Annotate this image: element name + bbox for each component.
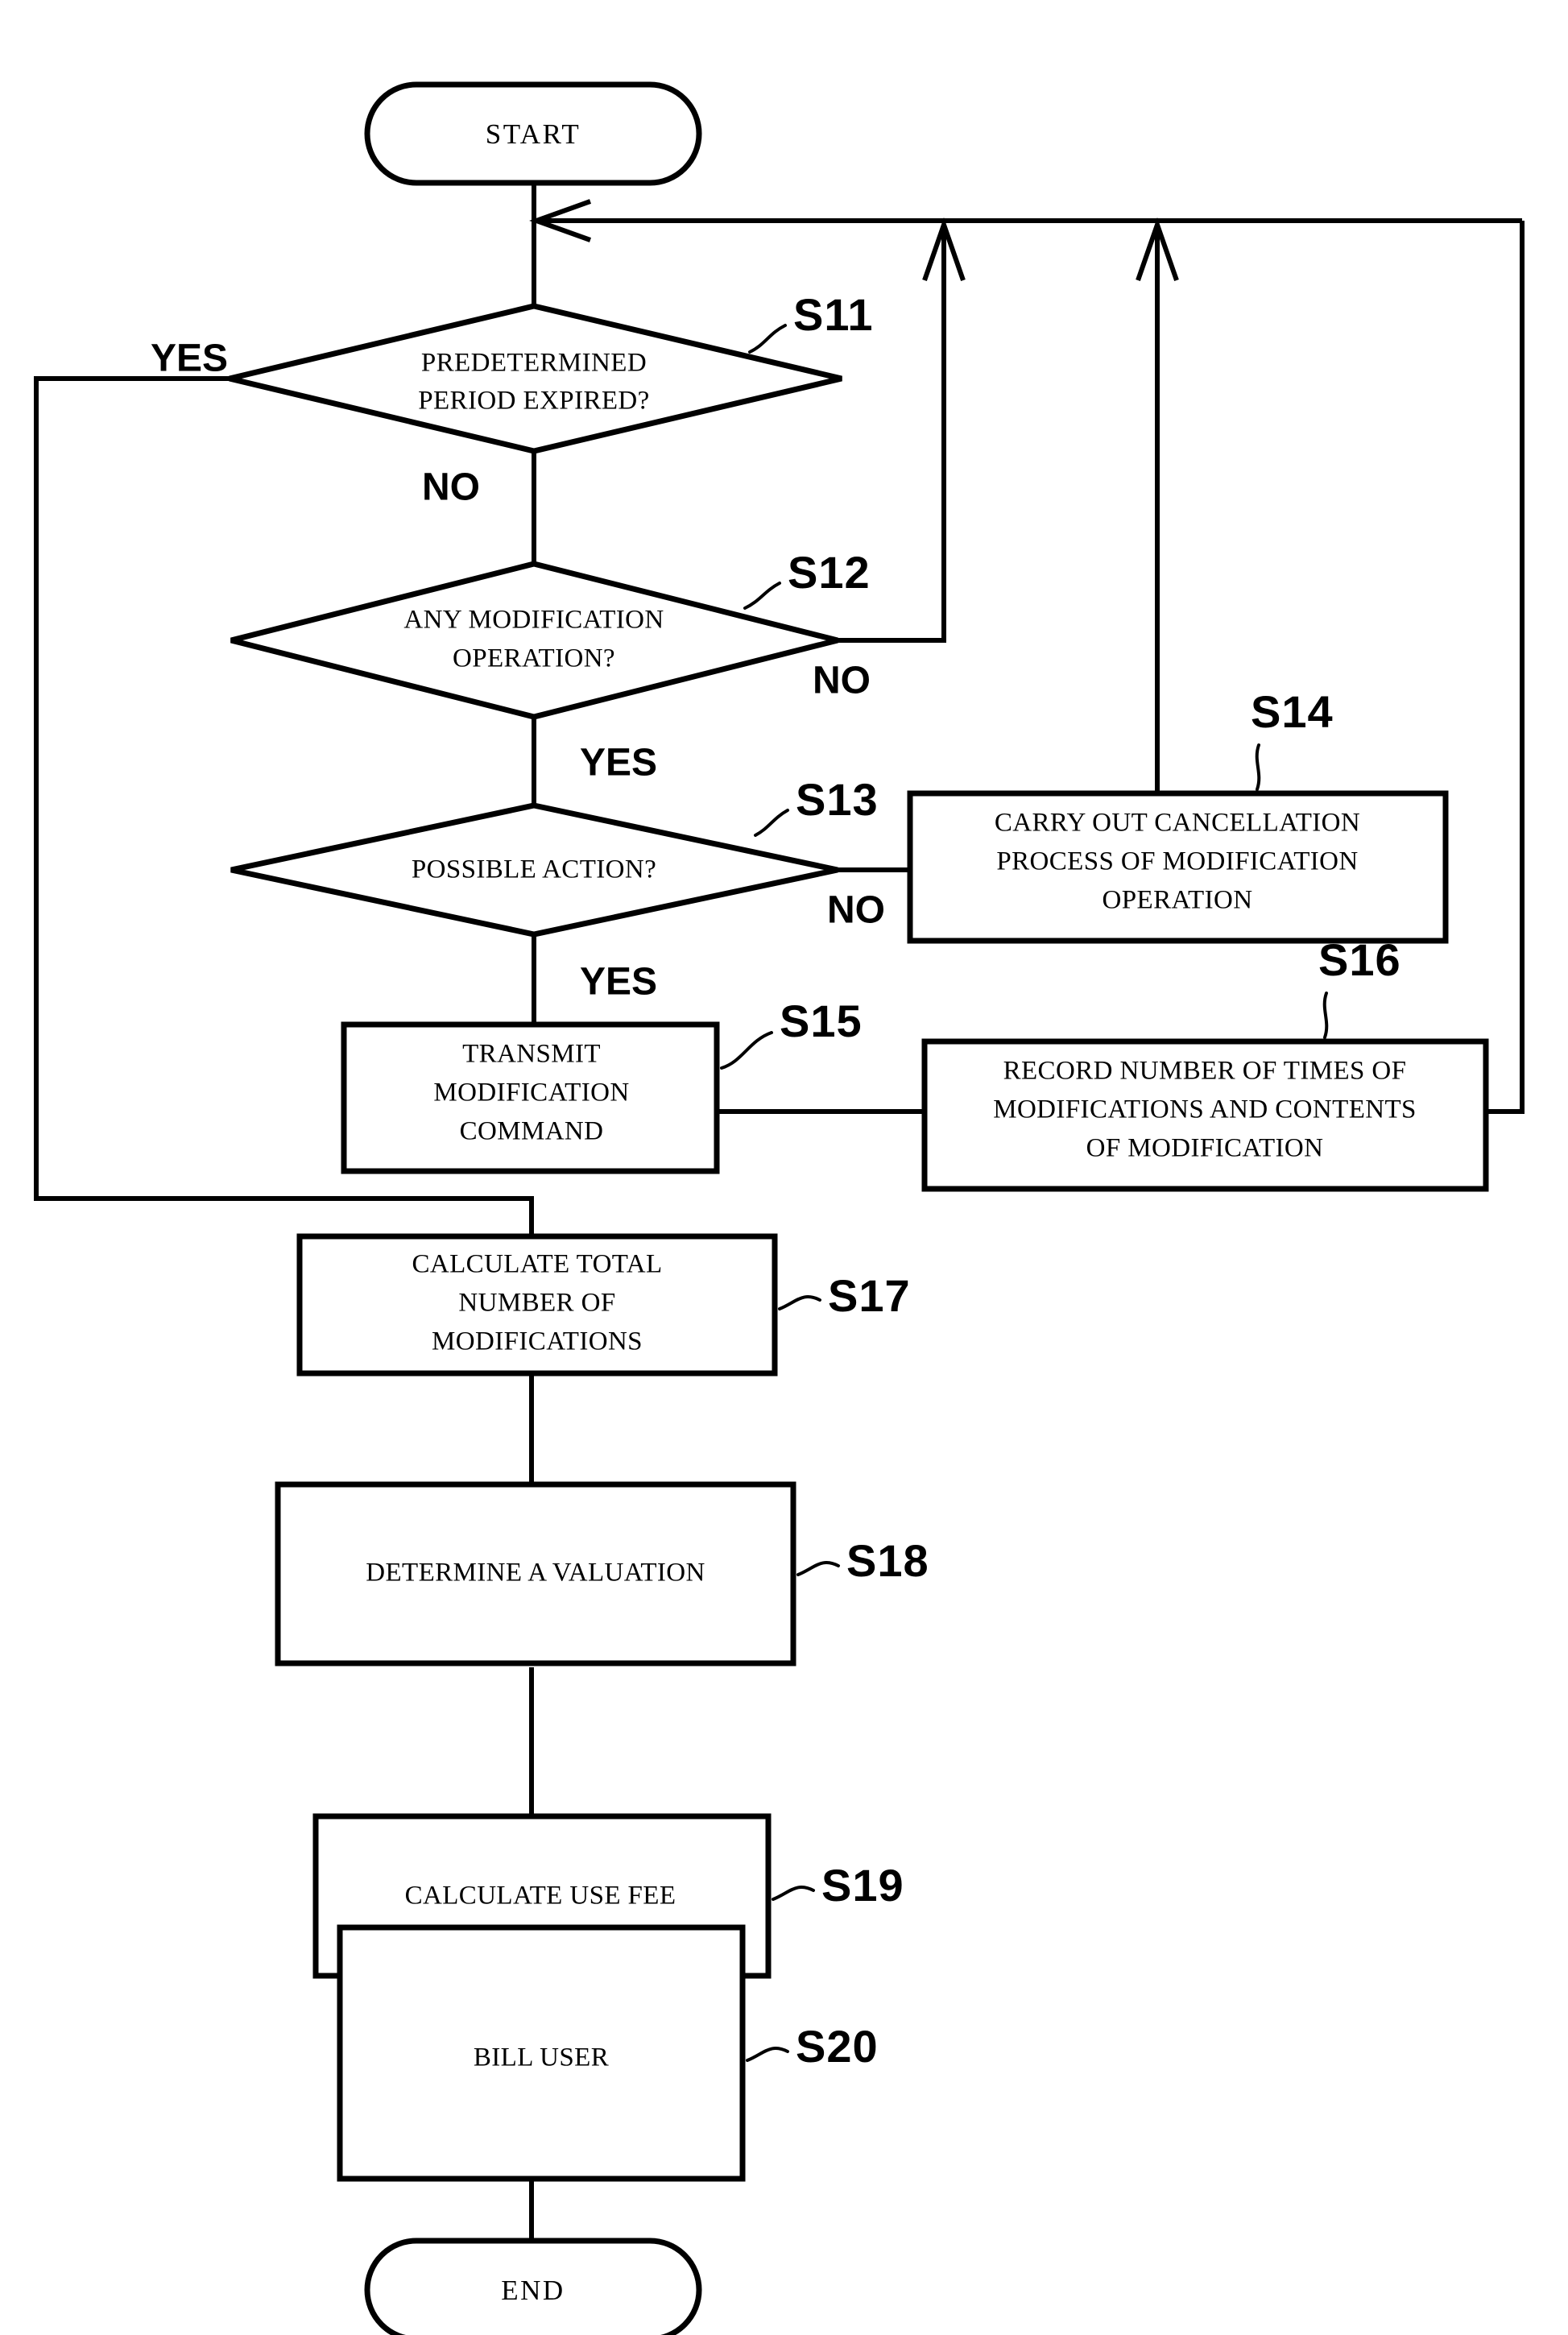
step-label-s17: S17 <box>828 1270 911 1321</box>
step-label-s11: S11 <box>793 289 874 340</box>
leader-s15 <box>720 1031 773 1070</box>
leader-s12 <box>743 582 781 610</box>
decision-s11-no-label: NO <box>422 466 480 509</box>
step-label-s16: S16 <box>1318 934 1401 985</box>
leader-s13 <box>754 809 789 837</box>
process-s17-line3: MODIFICATIONS <box>432 1327 643 1356</box>
decision-s13-no-label: NO <box>827 889 885 932</box>
leader-s19 <box>772 1885 815 1901</box>
flowchart-canvas: START PREDETERMINED PERIOD EXPIRED? YES … <box>34 81 1525 2335</box>
leader-s20 <box>746 2046 789 2062</box>
leader-s17 <box>778 1294 821 1310</box>
process-s14-line2: PROCESS OF MODIFICATION <box>996 847 1358 876</box>
decision-s13-yes-label: YES <box>580 961 657 1004</box>
process-s14-line3: OPERATION <box>1103 886 1253 915</box>
terminal-end-label: END <box>501 2275 565 2306</box>
leader-s11 <box>748 324 787 354</box>
process-s15-line2: MODIFICATION <box>433 1078 629 1107</box>
process-s16-line2: MODIFICATIONS AND CONTENTS <box>993 1095 1417 1124</box>
step-label-s18: S18 <box>846 1535 929 1586</box>
leader-s18 <box>796 1560 840 1576</box>
step-label-s19: S19 <box>821 1860 904 1911</box>
decision-s11-line2: PERIOD EXPIRED? <box>418 387 649 416</box>
process-s17-line2: NUMBER OF <box>458 1289 615 1318</box>
decision-s12-no-label: NO <box>813 660 871 702</box>
process-s16-line1: RECORD NUMBER OF TIMES OF <box>1003 1057 1407 1086</box>
decision-s12-yes-label: YES <box>580 742 657 785</box>
step-label-s14: S14 <box>1251 686 1334 737</box>
leader-s14 <box>1255 743 1261 791</box>
decision-s13-line1: POSSIBLE ACTION? <box>412 855 656 884</box>
process-s15-line1: TRANSMIT <box>462 1040 601 1069</box>
decision-s11-line1: PREDETERMINED <box>421 349 647 378</box>
process-s16-line3: OF MODIFICATION <box>1086 1134 1324 1163</box>
process-s20-line1: BILL USER <box>474 2043 609 2072</box>
connector-s16-to-top-return <box>1486 221 1525 1114</box>
decision-s12-line2: OPERATION? <box>453 644 615 673</box>
process-s17-line1: CALCULATE TOTAL <box>412 1250 662 1279</box>
leader-s16 <box>1322 992 1329 1039</box>
step-label-s20: S20 <box>796 2021 879 2072</box>
decision-s12 <box>230 561 838 720</box>
step-label-s12: S12 <box>788 547 871 598</box>
decision-s12-line1: ANY MODIFICATION <box>403 606 664 635</box>
process-s19-line1: CALCULATE USE FEE <box>405 1882 676 1911</box>
step-label-s15: S15 <box>780 996 863 1046</box>
flowchart-figure: START PREDETERMINED PERIOD EXPIRED? YES … <box>0 0 1568 2335</box>
process-s15-line3: COMMAND <box>460 1117 604 1146</box>
process-s14-line1: CARRY OUT CANCELLATION <box>995 809 1360 838</box>
decision-s11 <box>229 303 842 454</box>
process-s18-line1: DETERMINE A VALUATION <box>366 1559 705 1588</box>
step-label-s13: S13 <box>796 774 879 825</box>
terminal-start-label: START <box>486 118 581 150</box>
decision-s11-yes-label: YES <box>151 337 228 380</box>
